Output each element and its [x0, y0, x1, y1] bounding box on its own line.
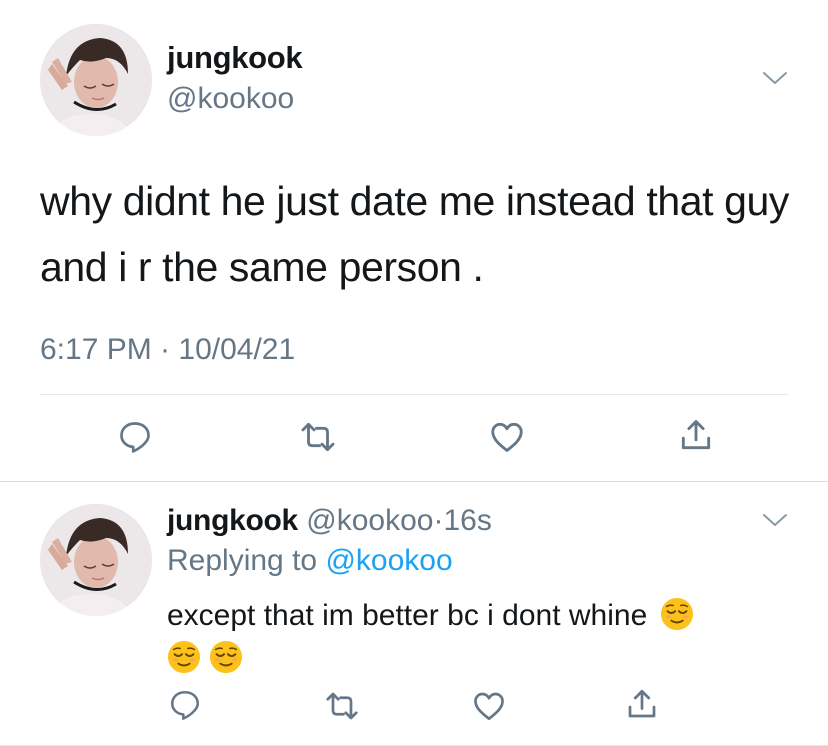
avatar[interactable]	[40, 24, 152, 136]
reply-icon[interactable]	[168, 688, 202, 722]
relieved-face-emoji	[660, 597, 694, 631]
user-handle[interactable]: @kookoo	[306, 504, 433, 537]
relieved-face-emoji	[209, 640, 243, 674]
display-name[interactable]: jungkook	[167, 504, 298, 537]
avatar[interactable]	[40, 504, 152, 616]
separator-dot: ·	[433, 504, 444, 537]
reply-text-content: except that im better bc i dont whine	[167, 599, 648, 632]
chevron-down-icon[interactable]	[762, 512, 788, 528]
like-icon[interactable]	[488, 418, 526, 456]
chevron-down-icon[interactable]	[762, 70, 788, 86]
replying-to: Replying to @kookoo	[167, 544, 453, 578]
reply-icon[interactable]	[117, 419, 153, 455]
retweet-icon[interactable]	[324, 688, 360, 724]
retweet-icon[interactable]	[299, 418, 337, 456]
avatar-image	[40, 504, 152, 616]
tweet-text: why didnt he just date me instead that g…	[40, 178, 790, 290]
user-handle[interactable]: @kookoo	[167, 82, 294, 116]
display-name[interactable]: jungkook	[167, 40, 303, 76]
replying-prefix: Replying to	[167, 544, 318, 577]
reply-text: except that im better bc i dont whine	[167, 596, 767, 636]
replying-handle-link[interactable]: @kookoo	[325, 544, 452, 577]
avatar-image	[40, 24, 152, 136]
like-icon[interactable]	[471, 688, 507, 724]
share-icon[interactable]	[677, 416, 715, 454]
divider	[40, 394, 788, 395]
tweet-timestamp[interactable]: 6:17 PM · 10/04/21	[40, 333, 295, 367]
relieved-face-emoji	[167, 640, 201, 674]
reply-header: jungkook @kookoo·16s	[167, 504, 492, 538]
emoji-row	[167, 640, 243, 674]
reply-tweet[interactable]: jungkook @kookoo·16s Replying to @kookoo…	[0, 482, 828, 746]
tweet-time[interactable]: 16s	[443, 504, 491, 537]
share-icon[interactable]	[624, 686, 660, 722]
main-tweet: jungkook @kookoo why didnt he just date …	[0, 0, 828, 482]
